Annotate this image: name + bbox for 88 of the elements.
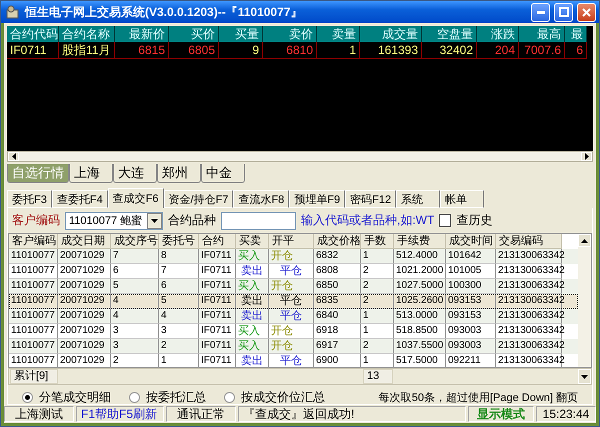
paging-note: 每次取50条，超过使用[Page Down] 翻页	[378, 390, 578, 404]
column-header[interactable]: 涨跌	[477, 26, 519, 42]
function-tab[interactable]: 资金/持仓F7	[164, 190, 234, 208]
column-header[interactable]: 客户编码	[9, 234, 58, 249]
function-tab[interactable]: 委托F3	[7, 190, 52, 208]
quote-cell: 6815	[138, 43, 165, 57]
mode-radio[interactable]: 按委托汇总	[129, 388, 206, 406]
status-item: 上海测试	[4, 406, 74, 422]
trade-row[interactable]: 11010077 20071029 7 8 IF0711 买入 开仓 6832 1 512.4000 101642 213130063342	[9, 249, 578, 264]
quote-cell: 6805	[188, 43, 215, 57]
quantity-total: 13	[363, 369, 393, 384]
quote-cell: 161393	[378, 43, 418, 57]
column-header[interactable]: 合约	[199, 234, 236, 249]
vertical-scrollbar[interactable]	[578, 234, 591, 367]
status-item: 通讯正常	[166, 406, 236, 422]
market-tab[interactable]: 中金	[201, 164, 245, 183]
quote-cell: 6810	[286, 43, 313, 57]
history-label: 查历史	[456, 212, 492, 229]
market-tab[interactable]: 大连	[113, 164, 157, 183]
customer-dropdown[interactable]: 11010077 鲍蜜	[65, 212, 163, 230]
column-header[interactable]: 开平	[269, 234, 314, 249]
column-header[interactable]: 合约代码	[7, 26, 59, 42]
total-count: 累计[9]	[10, 369, 58, 384]
contract-input-field[interactable]	[221, 212, 296, 230]
mode-radio[interactable]: 分笔成交明细	[22, 388, 111, 406]
quote-cell: 6	[576, 43, 583, 57]
function-tab[interactable]: 帐单	[440, 190, 484, 208]
quote-cell: 9	[252, 43, 259, 57]
function-tab[interactable]: 密码F12	[345, 190, 396, 208]
maximize-icon	[558, 7, 568, 17]
column-header[interactable]: 委托号	[159, 234, 199, 249]
column-header[interactable]: 买量	[219, 26, 263, 42]
radio-dot-icon	[25, 394, 30, 400]
column-header[interactable]: 合约名称	[59, 26, 115, 42]
column-header[interactable]: 卖量	[317, 26, 360, 42]
quote-cell: 204	[494, 43, 515, 57]
function-tab[interactable]: 查成交F6	[108, 188, 164, 208]
down-arrow-icon[interactable]	[581, 374, 588, 378]
maximize-button[interactable]	[554, 2, 573, 22]
trade-row[interactable]: 11010077 20071029 5 6 IF0711 买入 开仓 6850 2 1027.5000 100300 213130063342	[9, 279, 578, 294]
status-item: 显示模式	[468, 406, 534, 422]
column-header[interactable]: 最高	[519, 26, 565, 42]
status-item: F1帮助F5刷新	[76, 406, 164, 422]
market-tab[interactable]: 上海	[69, 164, 113, 183]
market-tab[interactable]: 郑州	[157, 164, 201, 183]
minimize-icon	[536, 10, 544, 14]
horizontal-scrollbar[interactable]	[7, 151, 593, 162]
hint-text: 输入代码或者品种,如:WT	[301, 212, 434, 229]
left-arrow-icon[interactable]	[12, 153, 16, 160]
column-header[interactable]: 空盘量	[422, 26, 477, 42]
quote-cell: 32402	[440, 43, 473, 57]
trade-row[interactable]: 11010077 20071029 4 4 IF0711 卖出 平仓 6840 1 513.0000 093153 213130063342	[9, 309, 578, 324]
column-header[interactable]: 买价	[169, 26, 219, 42]
minimize-button[interactable]	[531, 2, 550, 22]
quote-cell: IF0711	[10, 43, 46, 57]
contract-label: 合约品种	[168, 212, 216, 229]
column-header[interactable]: 成交日期	[58, 234, 111, 249]
down-arrow-icon[interactable]	[151, 218, 158, 222]
close-icon	[582, 8, 591, 16]
column-header[interactable]: 手数	[361, 234, 394, 249]
column-header[interactable]: 最新价	[115, 26, 169, 42]
column-header[interactable]: 买卖	[236, 234, 269, 249]
right-arrow-icon[interactable]	[584, 153, 588, 160]
trade-row[interactable]: 11010077 20071029 3 2 IF0711 买入 开仓 6917 2 1037.5500 093003 213130063342	[9, 339, 578, 354]
column-header[interactable]: 成交序号	[111, 234, 159, 249]
function-tab[interactable]: 预埋单F9	[289, 190, 346, 208]
function-tab[interactable]: 查流水F8	[233, 190, 290, 208]
customer-label: 客户编码	[12, 212, 60, 229]
status-item: 15:23:44	[536, 406, 596, 422]
quote-cell: 7007.6	[524, 43, 561, 57]
function-tab[interactable]: 系统	[396, 190, 440, 208]
column-header[interactable]: 最	[565, 26, 587, 42]
app-icon	[5, 4, 21, 20]
window-title: 恒生电子网上交易系统(V3.0.0.1203)--『11010077』	[25, 4, 304, 20]
column-header[interactable]: 成交时间	[446, 234, 496, 249]
status-item: 『查成交』返回成功!	[238, 406, 466, 422]
column-header[interactable]: 成交量	[360, 26, 422, 42]
column-header[interactable]: 卖价	[263, 26, 317, 42]
function-tab[interactable]: 查委托F4	[52, 190, 108, 208]
close-button[interactable]	[577, 2, 596, 22]
mode-radio[interactable]: 按成交价位汇总	[224, 388, 325, 406]
column-header[interactable]: 交易编码	[496, 234, 562, 249]
history-checkbox[interactable]	[439, 214, 452, 227]
trade-row[interactable]: 11010077 20071029 4 5 IF0711 卖出 平仓 6835 2 1025.2600 093153 213130063342	[9, 294, 578, 309]
column-header[interactable]: 手续费	[394, 234, 446, 249]
quote-cell: 股指11月	[62, 42, 110, 58]
quote-cell: 1	[349, 43, 356, 57]
up-arrow-icon[interactable]	[581, 238, 588, 242]
